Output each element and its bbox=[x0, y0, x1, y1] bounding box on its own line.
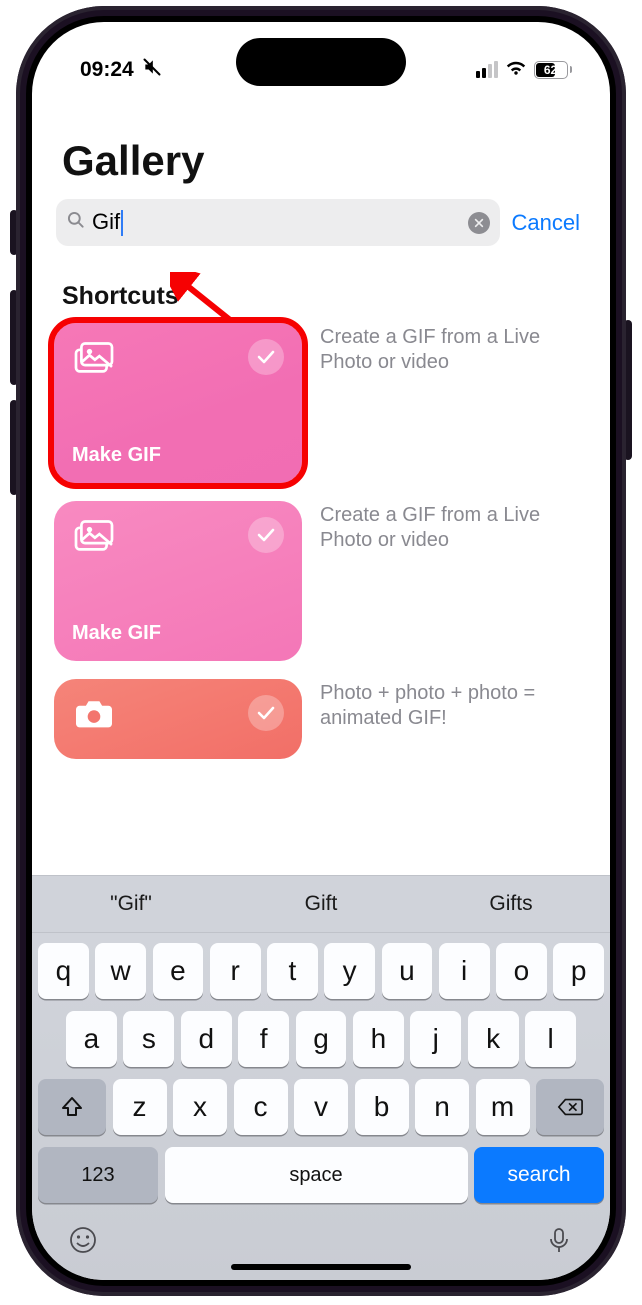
key-v[interactable]: v bbox=[294, 1079, 348, 1135]
shortcut-card-title: Make GIF bbox=[72, 444, 284, 467]
key-z[interactable]: z bbox=[113, 1079, 167, 1135]
numbers-key[interactable]: 123 bbox=[38, 1147, 158, 1203]
key-q[interactable]: q bbox=[38, 943, 89, 999]
shortcut-result: Photo + photo + photo = animated GIF! bbox=[54, 679, 588, 759]
key-m[interactable]: m bbox=[476, 1079, 530, 1135]
predictive-bar: "Gif" Gift Gifts bbox=[32, 875, 610, 933]
key-p[interactable]: p bbox=[553, 943, 604, 999]
key-c[interactable]: c bbox=[234, 1079, 288, 1135]
prediction[interactable]: Gifts bbox=[416, 892, 606, 916]
shortcut-result: Make GIF Create a GIF from a Live Photo … bbox=[54, 323, 588, 483]
shortcut-desc: Create a GIF from a Live Photo or video bbox=[320, 501, 588, 553]
key-a[interactable]: a bbox=[66, 1011, 117, 1067]
emoji-key[interactable] bbox=[68, 1225, 98, 1260]
added-check-icon bbox=[248, 695, 284, 731]
key-u[interactable]: u bbox=[382, 943, 433, 999]
key-b[interactable]: b bbox=[355, 1079, 409, 1135]
space-key[interactable]: space bbox=[165, 1147, 468, 1203]
key-l[interactable]: l bbox=[525, 1011, 576, 1067]
backspace-key[interactable] bbox=[536, 1079, 604, 1135]
home-indicator[interactable] bbox=[231, 1264, 411, 1270]
key-y[interactable]: y bbox=[324, 943, 375, 999]
key-d[interactable]: d bbox=[181, 1011, 232, 1067]
shortcut-desc: Create a GIF from a Live Photo or video bbox=[320, 323, 588, 375]
photo-stack-icon bbox=[72, 517, 116, 558]
key-e[interactable]: e bbox=[153, 943, 204, 999]
shortcut-desc: Photo + photo + photo = animated GIF! bbox=[320, 679, 588, 731]
key-r[interactable]: r bbox=[210, 943, 261, 999]
key-w[interactable]: w bbox=[95, 943, 146, 999]
dictation-key[interactable] bbox=[544, 1225, 574, 1260]
wifi-icon bbox=[505, 58, 527, 82]
shift-key[interactable] bbox=[38, 1079, 106, 1135]
status-time: 09:24 bbox=[80, 58, 134, 82]
phone-frame: 09:24 bbox=[16, 6, 626, 1296]
prediction[interactable]: "Gif" bbox=[36, 892, 226, 916]
key-i[interactable]: i bbox=[439, 943, 490, 999]
search-key[interactable]: search bbox=[474, 1147, 604, 1203]
keyboard: q w e r t y u i o p a bbox=[32, 933, 610, 1280]
cellular-icon bbox=[476, 61, 498, 78]
shortcut-card-title: Make GIF bbox=[72, 622, 284, 645]
photo-stack-icon bbox=[72, 339, 116, 380]
key-g[interactable]: g bbox=[296, 1011, 347, 1067]
clear-search-button[interactable] bbox=[468, 212, 490, 234]
dynamic-island bbox=[236, 38, 406, 86]
key-f[interactable]: f bbox=[238, 1011, 289, 1067]
added-check-icon bbox=[248, 517, 284, 553]
camera-icon bbox=[72, 695, 116, 736]
shortcut-card-make-gif[interactable]: Make GIF bbox=[54, 323, 302, 483]
cancel-button[interactable]: Cancel bbox=[512, 210, 586, 236]
page-title: Gallery bbox=[32, 97, 610, 199]
shortcut-card-make-gif[interactable]: Make GIF bbox=[54, 501, 302, 661]
shortcut-card-animate-photos[interactable] bbox=[54, 679, 302, 759]
key-h[interactable]: h bbox=[353, 1011, 404, 1067]
silent-icon bbox=[142, 57, 162, 83]
search-icon bbox=[66, 210, 86, 235]
search-value: Gif bbox=[92, 209, 120, 234]
added-check-icon bbox=[248, 339, 284, 375]
key-x[interactable]: x bbox=[173, 1079, 227, 1135]
key-t[interactable]: t bbox=[267, 943, 318, 999]
text-caret bbox=[121, 210, 123, 236]
key-s[interactable]: s bbox=[123, 1011, 174, 1067]
shortcut-result: Make GIF Create a GIF from a Live Photo … bbox=[54, 501, 588, 661]
key-j[interactable]: j bbox=[410, 1011, 461, 1067]
key-n[interactable]: n bbox=[415, 1079, 469, 1135]
key-k[interactable]: k bbox=[468, 1011, 519, 1067]
section-title: Shortcuts bbox=[32, 246, 610, 323]
battery-percent: 62 bbox=[544, 63, 557, 77]
search-input[interactable]: Gif bbox=[56, 199, 500, 246]
key-o[interactable]: o bbox=[496, 943, 547, 999]
prediction[interactable]: Gift bbox=[226, 892, 416, 916]
battery-icon: 62 bbox=[534, 61, 573, 79]
